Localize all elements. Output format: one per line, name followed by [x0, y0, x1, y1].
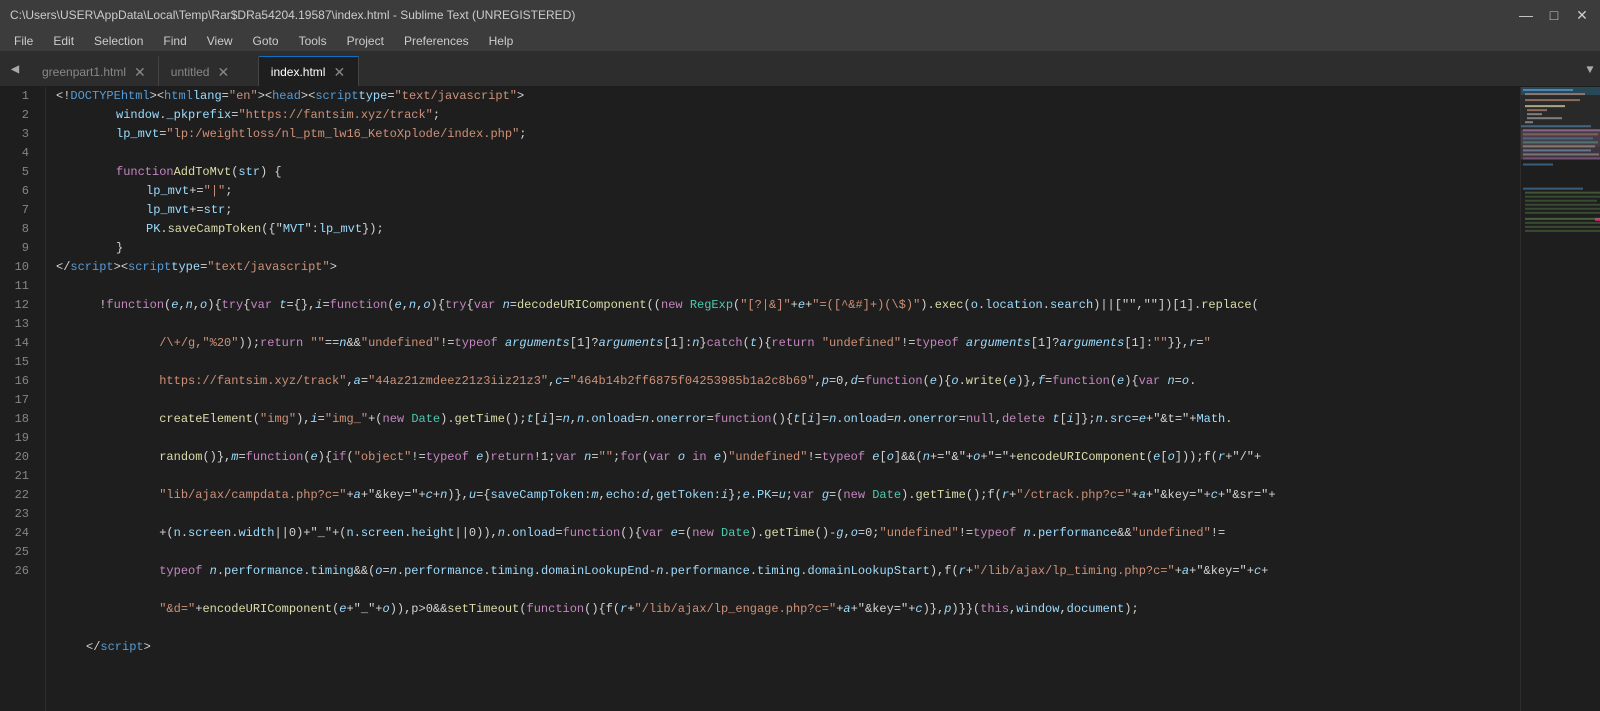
title-bar-left: C:\Users\USER\AppData\Local\Temp\Rar$DRa…	[10, 8, 575, 22]
minimize-button[interactable]: —	[1518, 7, 1534, 23]
close-button[interactable]: ✕	[1574, 7, 1590, 23]
tab-nav-left[interactable]: ◀	[0, 52, 30, 87]
line-num-10: 10	[0, 258, 37, 277]
tab-bar: ◀ greenpart1.html ✕ untitled ✕ index.htm…	[0, 52, 1600, 87]
code-line-4	[56, 144, 1520, 163]
line-num-15: 15	[0, 353, 37, 372]
line-num-18: 18	[0, 410, 37, 429]
line-num-24: 24	[0, 524, 37, 543]
line-numbers: 1 2 3 4 5 6 7 8 9 10 11 12 13 14 15 16 1…	[0, 87, 46, 711]
title-bar: C:\Users\USER\AppData\Local\Temp\Rar$DRa…	[0, 0, 1600, 30]
menu-file[interactable]: File	[6, 32, 41, 50]
menu-help[interactable]: Help	[481, 32, 522, 50]
menu-selection[interactable]: Selection	[86, 32, 151, 50]
code-area[interactable]: <!DOCTYPE html><html lang="en"><head><sc…	[46, 87, 1520, 711]
menu-edit[interactable]: Edit	[45, 32, 82, 50]
code-line-12: </script>	[56, 638, 1520, 657]
line-num-4: 4	[0, 144, 37, 163]
line-num-25: 25	[0, 543, 37, 562]
code-line-15	[56, 695, 1520, 711]
line-num-9: 9	[0, 239, 37, 258]
code-line-7: lp_mvt+=str;	[56, 201, 1520, 220]
code-line-3: lp_mvt="lp:/weightloss/nl_ptm_lw16_KetoX…	[56, 125, 1520, 144]
tab-label: index.html	[271, 65, 326, 79]
code-line-5: function AddToMvt(str) {	[56, 163, 1520, 182]
tab-overflow-button[interactable]: ▼	[1580, 52, 1600, 87]
code-line-6: lp_mvt+="|";	[56, 182, 1520, 201]
line-num-8: 8	[0, 220, 37, 239]
tab-close-untitled[interactable]: ✕	[217, 65, 229, 79]
line-num-2: 2	[0, 106, 37, 125]
code-line-14	[56, 676, 1520, 695]
code-line-1: <!DOCTYPE html><html lang="en"><head><sc…	[56, 87, 1520, 106]
tab-label: untitled	[171, 65, 210, 79]
tab-untitled[interactable]: untitled ✕	[159, 56, 259, 86]
line-num-6: 6	[0, 182, 37, 201]
menu-bar: File Edit Selection Find View Goto Tools…	[0, 30, 1600, 52]
menu-preferences[interactable]: Preferences	[396, 32, 477, 50]
line-num-7: 7	[0, 201, 37, 220]
line-num-23: 23	[0, 505, 37, 524]
app-title: C:\Users\USER\AppData\Local\Temp\Rar$DRa…	[10, 8, 575, 22]
menu-tools[interactable]: Tools	[291, 32, 335, 50]
line-num-5: 5	[0, 163, 37, 182]
line-num-26: 26	[0, 562, 37, 581]
tab-greenpart1[interactable]: greenpart1.html ✕	[30, 56, 159, 86]
line-num-11: 11	[0, 277, 37, 296]
line-num-16: 16	[0, 372, 37, 391]
line-num-13: 13	[0, 315, 37, 334]
code-line-2: window._pkprefix="https://fantsim.xyz/tr…	[56, 106, 1520, 125]
editor-container: 1 2 3 4 5 6 7 8 9 10 11 12 13 14 15 16 1…	[0, 87, 1600, 711]
line-num-17: 17	[0, 391, 37, 410]
menu-view[interactable]: View	[199, 32, 241, 50]
menu-project[interactable]: Project	[339, 32, 392, 50]
line-num-14: 14	[0, 334, 37, 353]
line-num-21: 21	[0, 467, 37, 486]
code-line-8: PK.saveCampToken({"MVT":lp_mvt});	[56, 220, 1520, 239]
menu-find[interactable]: Find	[155, 32, 194, 50]
tab-label: greenpart1.html	[42, 65, 126, 79]
tab-close-index[interactable]: ✕	[333, 65, 345, 79]
code-line-13	[56, 657, 1520, 676]
line-num-20: 20	[0, 448, 37, 467]
maximize-button[interactable]: □	[1546, 7, 1562, 23]
line-num-1: 1	[0, 87, 37, 106]
line-num-19: 19	[0, 429, 37, 448]
line-num-12: 12	[0, 296, 37, 315]
tab-close-greenpart1[interactable]: ✕	[134, 65, 146, 79]
minimap-canvas	[1521, 87, 1600, 711]
line-num-3: 3	[0, 125, 37, 144]
minimap	[1520, 87, 1600, 711]
code-line-9: }	[56, 239, 1520, 258]
tab-index[interactable]: index.html ✕	[259, 56, 359, 86]
line-num-22: 22	[0, 486, 37, 505]
minimap-viewport	[1521, 87, 1600, 147]
title-bar-controls: — □ ✕	[1518, 7, 1590, 23]
code-line-11: !function(e,n,o){try{var t={},i=function…	[56, 277, 1396, 638]
menu-goto[interactable]: Goto	[245, 32, 287, 50]
code-line-10: </script><script type="text/javascript">	[56, 258, 1520, 277]
